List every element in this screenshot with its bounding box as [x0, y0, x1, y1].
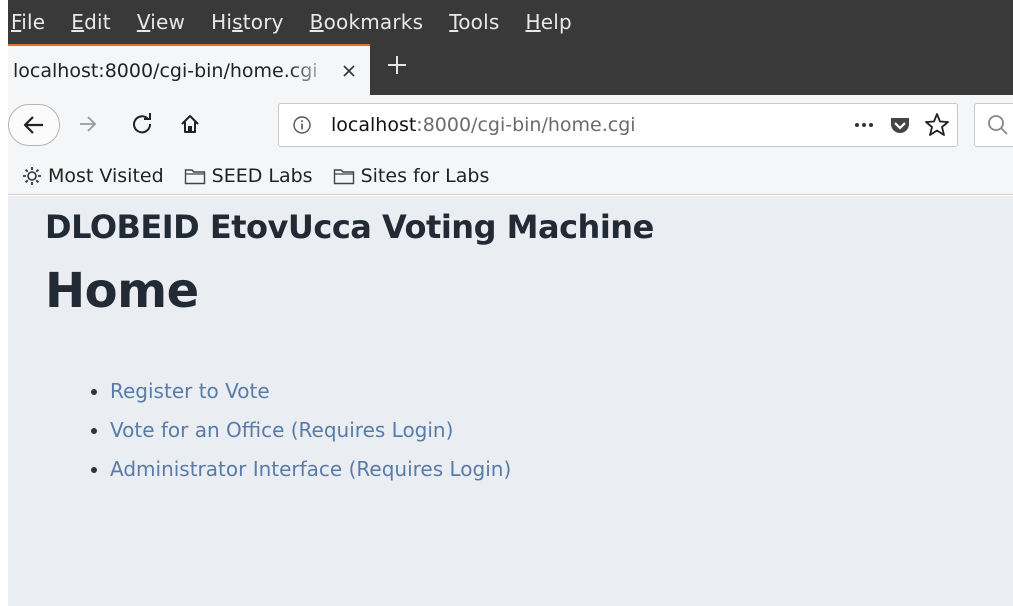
folder-icon [333, 168, 354, 184]
bookmark-label: Sites for Labs [360, 164, 490, 187]
forward-arrow-icon[interactable] [78, 115, 98, 133]
menu-help[interactable]: Help [526, 10, 572, 34]
bookmark-label: Most Visited [48, 164, 164, 187]
menu-file[interactable]: File [11, 10, 45, 34]
back-button[interactable] [8, 104, 60, 146]
menu-edit[interactable]: Edit [71, 10, 111, 34]
page-title: Home [45, 263, 199, 319]
active-tab[interactable]: localhost:8000/cgi-bin/home.cgi [8, 44, 370, 95]
gear-icon [23, 166, 41, 185]
search-bar[interactable] [974, 103, 1013, 147]
reload-icon[interactable] [131, 113, 153, 135]
menu-view[interactable]: View [137, 10, 185, 34]
pocket-icon[interactable] [887, 110, 913, 140]
more-icon[interactable] [851, 110, 877, 140]
list-item: Administrator Interface (Requires Login) [110, 450, 511, 489]
menu-history[interactable]: History [211, 10, 284, 34]
bookmark-seed-labs[interactable]: SEED Labs [184, 165, 313, 187]
vote-link[interactable]: Vote for an Office (Requires Login) [110, 418, 453, 442]
bookmarks-toolbar: Most Visited SEED Labs Sites for Labs [8, 157, 1013, 195]
address-bar[interactable]: localhost:8000/cgi-bin/home.cgi [278, 103, 958, 147]
bookmark-label: SEED Labs [211, 164, 313, 187]
site-title: DLOBEID EtovUcca Voting Machine [45, 208, 654, 246]
menu-bookmarks[interactable]: Bookmarks [310, 10, 424, 34]
search-icon [985, 112, 1011, 142]
page-content: DLOBEID EtovUcca Voting Machine Home Reg… [8, 196, 1013, 606]
nav-links-list: Register to Vote Vote for an Office (Req… [68, 372, 511, 489]
register-link[interactable]: Register to Vote [110, 379, 270, 403]
url-actions [841, 110, 951, 140]
admin-link[interactable]: Administrator Interface (Requires Login) [110, 457, 511, 481]
bookmark-sites-for-labs[interactable]: Sites for Labs [333, 164, 490, 187]
back-arrow-icon [23, 116, 43, 134]
menu-tools[interactable]: Tools [449, 10, 499, 34]
list-item: Register to Vote [110, 372, 511, 411]
browser-window: File Edit View History Bookmarks Tools H… [8, 0, 1013, 606]
close-icon[interactable] [342, 59, 356, 83]
tab-title: localhost:8000/cgi-bin/home.cgi [13, 59, 318, 82]
folder-icon [184, 168, 205, 184]
plus-icon[interactable] [386, 50, 408, 83]
list-item: Vote for an Office (Requires Login) [110, 411, 511, 450]
info-icon[interactable] [291, 112, 313, 142]
home-icon[interactable] [179, 113, 201, 135]
tab-strip: localhost:8000/cgi-bin/home.cgi [8, 44, 1013, 95]
star-icon[interactable] [923, 110, 951, 140]
navigation-bar: localhost:8000/cgi-bin/home.cgi [8, 95, 1013, 157]
url-text: localhost:8000/cgi-bin/home.cgi [331, 114, 636, 136]
menu-bar: File Edit View History Bookmarks Tools H… [8, 0, 1013, 44]
bookmark-most-visited[interactable]: Most Visited [22, 165, 164, 187]
